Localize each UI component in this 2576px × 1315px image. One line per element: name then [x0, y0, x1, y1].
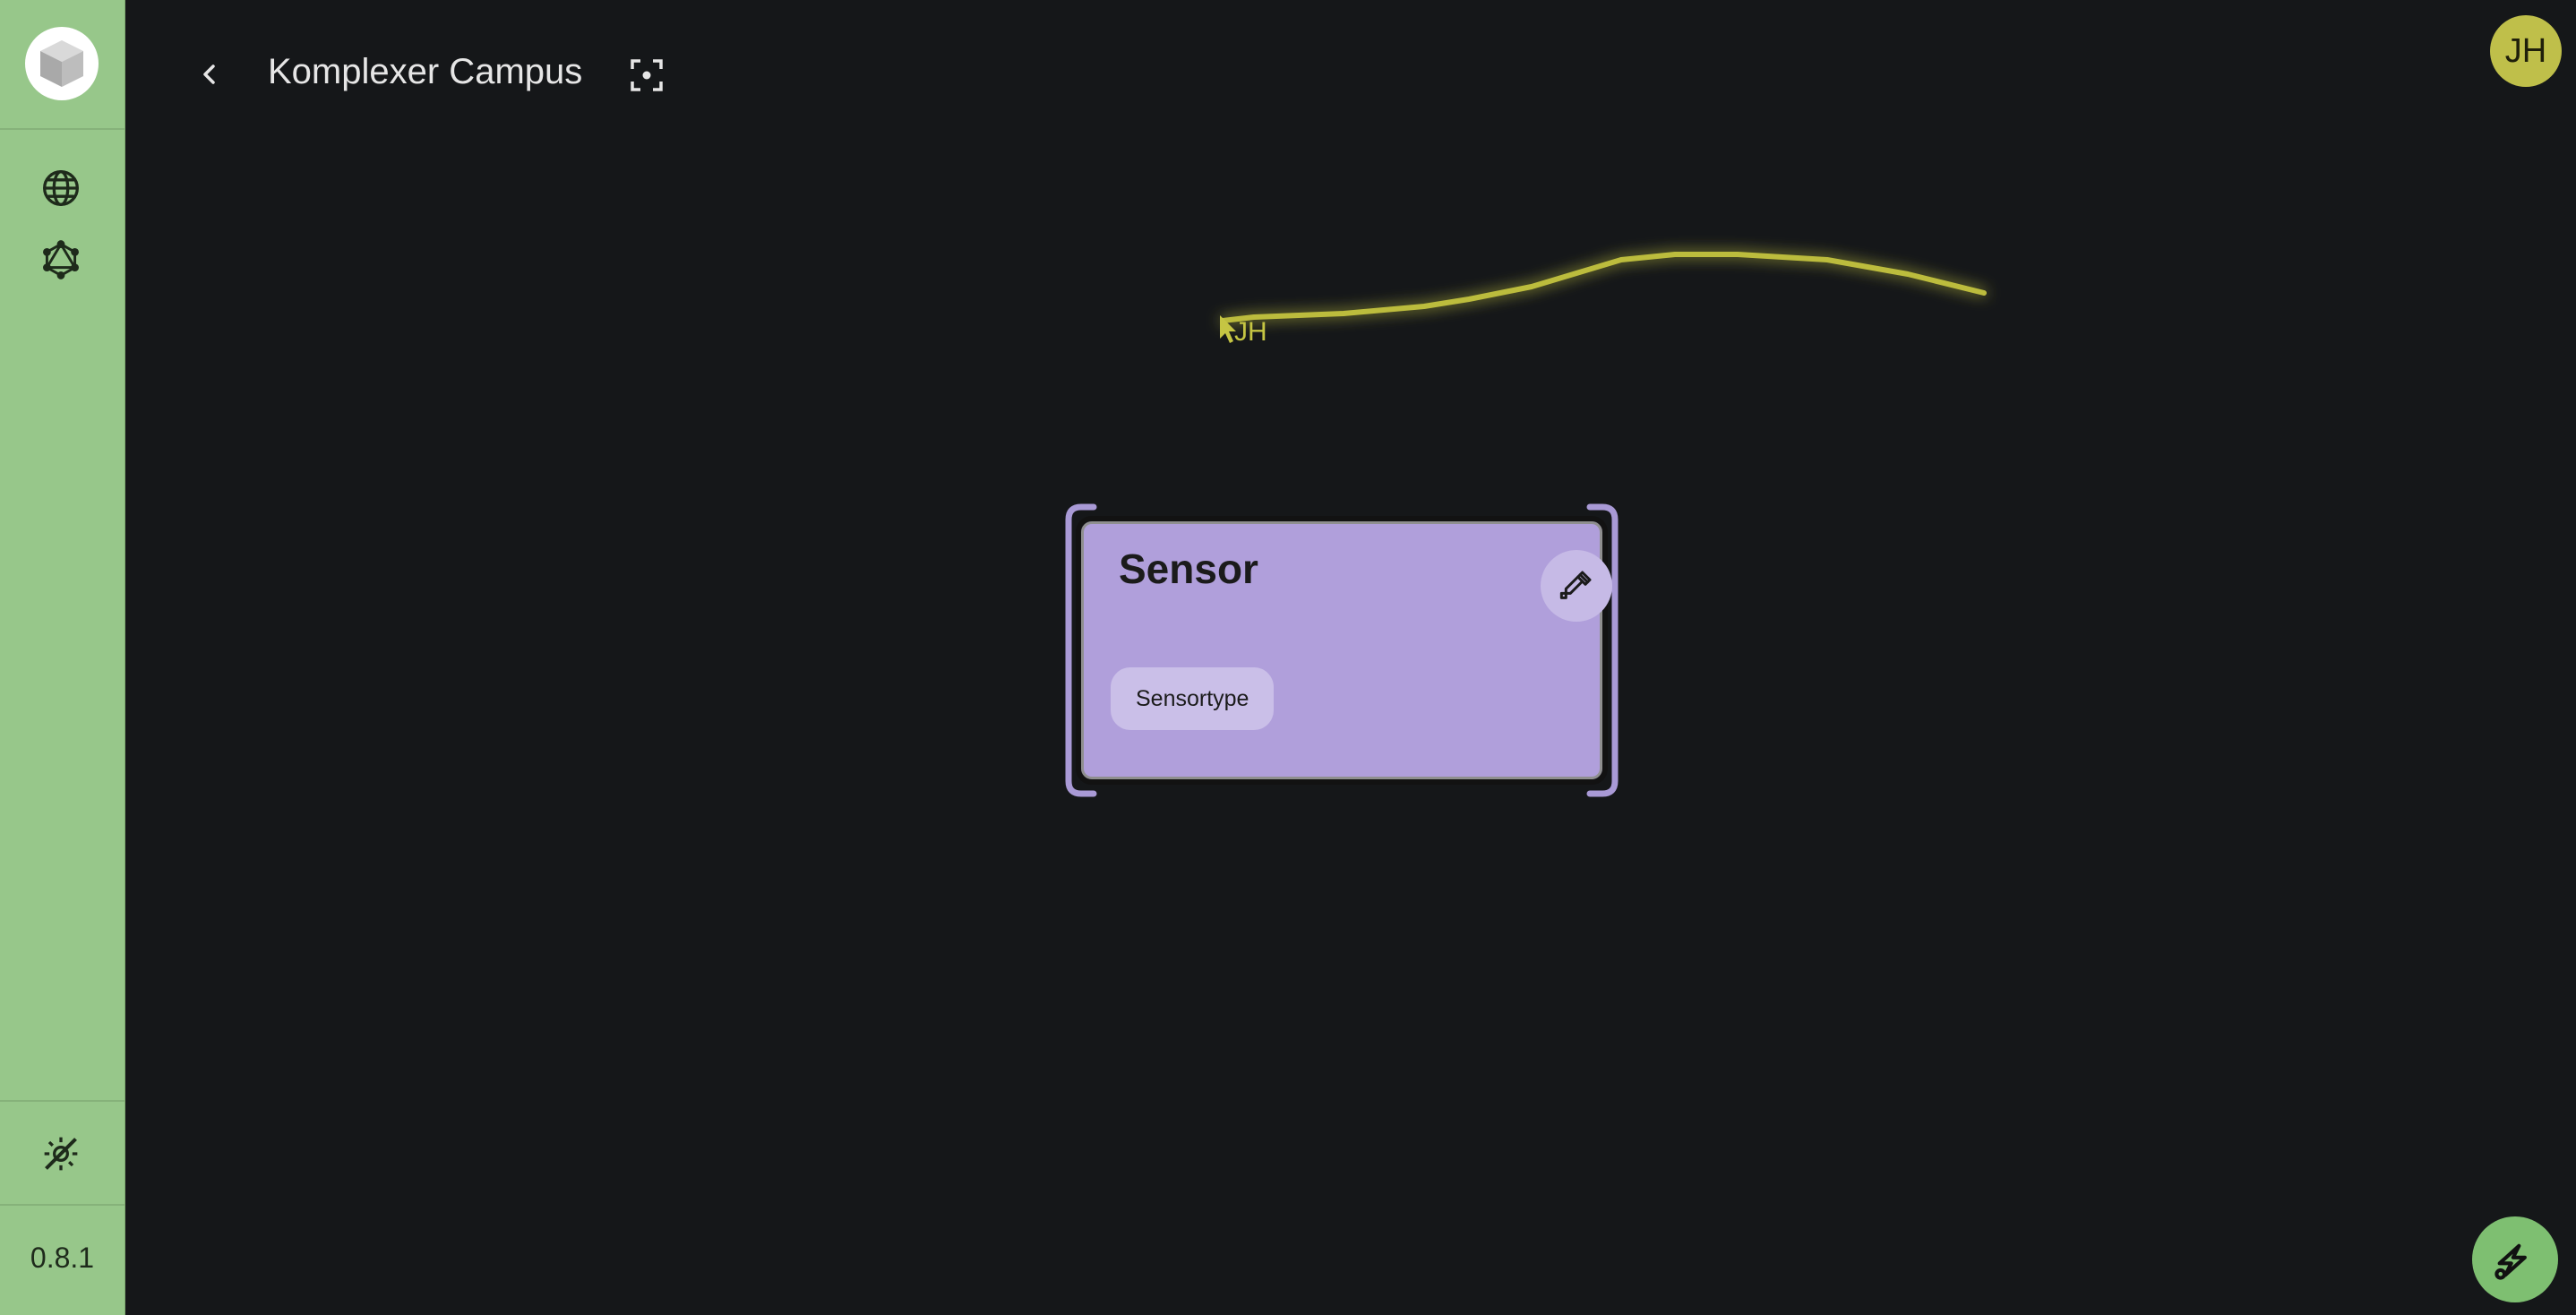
theme-toggle-icon: [44, 1137, 78, 1171]
node-title: Sensor: [1119, 546, 1258, 592]
node-card[interactable]: Sensor Sensortype: [1076, 516, 1612, 785]
sidebar-divider: [0, 1204, 125, 1206]
node-attribute-chip[interactable]: Sensortype: [1111, 667, 1275, 730]
sidebar-item-globe[interactable]: [38, 165, 84, 211]
app-logo[interactable]: [25, 27, 99, 100]
center-focus-icon: [631, 59, 663, 91]
chevron-left-icon: [203, 64, 215, 84]
sidebar-item-graphql[interactable]: [38, 236, 84, 283]
sensor-node[interactable]: Sensor Sensortype: [1060, 500, 1624, 801]
freehand-stroke: [1220, 252, 1987, 323]
quick-action-button[interactable]: [2472, 1216, 2558, 1302]
globe-icon: [43, 170, 79, 206]
user-avatar[interactable]: JH: [2490, 15, 2562, 87]
app-version: 0.8.1: [30, 1242, 95, 1274]
theme-toggle-button[interactable]: [38, 1130, 84, 1177]
sidebar-divider: [0, 1100, 125, 1102]
center-focus-button[interactable]: [627, 56, 666, 95]
lightning-link-icon: [2494, 1243, 2527, 1280]
node-color-button[interactable]: [1541, 550, 1612, 622]
sidebar-divider: [0, 128, 125, 130]
eyedropper-icon: [1559, 571, 1592, 599]
back-button[interactable]: [192, 54, 228, 95]
remote-cursor-label: JH: [1234, 317, 1267, 347]
graphql-icon: [43, 240, 79, 279]
sidebar: 0.8.1: [0, 0, 125, 1315]
cube-icon: [40, 40, 83, 87]
page-title: Komplexer Campus: [268, 52, 583, 91]
